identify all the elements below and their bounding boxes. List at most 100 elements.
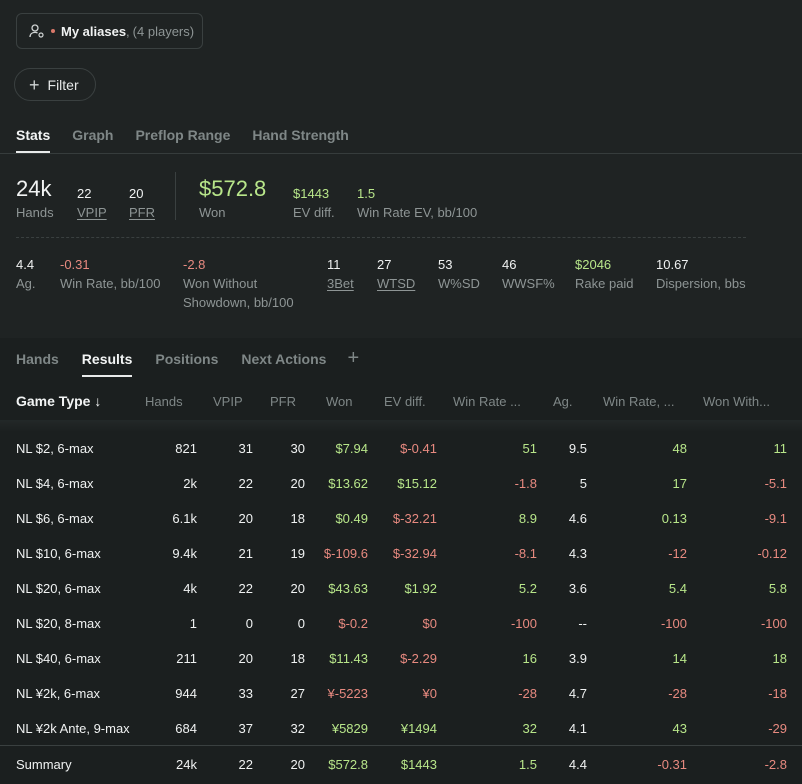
table-row[interactable]: NL $2, 6-max 821 31 30 $7.94 $-0.41 51 9.5 48 11 xyxy=(0,441,802,476)
tab-graph[interactable]: Graph xyxy=(72,127,113,153)
user-settings-icon xyxy=(29,24,44,38)
win-rate-ev-label: Win Rate EV, bb/100 xyxy=(357,205,478,220)
dispersion-label: Dispersion, bbs xyxy=(656,276,746,291)
table-row[interactable]: NL ¥2k, 6-max 944 33 27 ¥-5223 ¥0 -28 4.7 -28 -18 xyxy=(0,686,802,721)
header-ev-diff[interactable]: EV diff. xyxy=(384,394,426,409)
cell-vpip: 20 xyxy=(238,651,253,666)
cell-vpip: 21 xyxy=(238,546,253,561)
cell-pfr: 18 xyxy=(290,651,305,666)
table-row[interactable]: NL $20, 8-max 1 0 0 $-0.2 $0 -100 -- -100 -100 xyxy=(0,616,802,651)
tab-hands[interactable]: Hands xyxy=(16,351,59,377)
pfr-label[interactable]: PFR xyxy=(129,205,155,220)
results-tabs: Hands Results Positions Next Actions + xyxy=(16,348,359,377)
tab-positions[interactable]: Positions xyxy=(155,351,218,377)
header-pfr[interactable]: PFR xyxy=(270,394,296,409)
table-row[interactable]: NL ¥2k Ante, 9-max 684 37 32 ¥5829 ¥1494 32 4.1… xyxy=(0,721,802,756)
won-value: $572.8 xyxy=(199,176,267,201)
header-game-type[interactable]: Game Type ↓ xyxy=(16,393,101,409)
cell-game-type: NL $40, 6-max xyxy=(16,651,101,666)
cell-win-rate: 5.4 xyxy=(668,581,687,596)
table-row[interactable]: NL $40, 6-max 211 20 18 $11.43 $-2.29 16 3.9 14 1… xyxy=(0,651,802,686)
table-row[interactable]: NL $4, 6-max 2k 22 20 $13.62 $15.12 -1.8 5 17 -5.… xyxy=(0,476,802,511)
add-tab-icon[interactable]: + xyxy=(347,348,359,377)
header-ag[interactable]: Ag. xyxy=(553,394,573,409)
table-row[interactable]: NL $20, 6-max 4k 22 20 $43.63 $1.92 5.2 3.6 5.4 5… xyxy=(0,581,802,616)
filter-button[interactable]: + Filter xyxy=(14,68,96,101)
cell-won: $572.8 xyxy=(328,757,368,772)
cell-game-type: NL $4, 6-max xyxy=(16,476,94,491)
cell-won: $11.43 xyxy=(329,651,368,666)
tab-results[interactable]: Results xyxy=(81,351,133,377)
cell-ag: 5 xyxy=(579,476,587,491)
cell-ag: 9.5 xyxy=(568,441,587,456)
cell-hands: 2k xyxy=(183,476,197,491)
won-label: Won xyxy=(199,205,226,220)
cell-ag: 4.3 xyxy=(568,546,587,561)
table-row[interactable]: NL $10, 6-max 9.4k 21 19 $-109.6 $-32.94 -8.1 4… xyxy=(0,546,802,581)
cell-ev-diff: $1443 xyxy=(400,757,437,772)
cell-ev-diff: $-2.29 xyxy=(400,651,437,666)
cell-won: ¥-5223 xyxy=(327,686,368,701)
tab-next-actions[interactable]: Next Actions xyxy=(241,351,326,377)
cell-vpip: 0 xyxy=(245,616,253,631)
cell-vpip: 22 xyxy=(238,581,253,596)
cell-pfr: 27 xyxy=(290,686,305,701)
player-selector-button[interactable]: My aliases, (4 players) xyxy=(16,13,203,49)
rake-label: Rake paid xyxy=(575,276,634,291)
cell-win-rate-ev: -1.8 xyxy=(514,476,537,491)
wwsf-label: WWSF% xyxy=(502,276,555,291)
header-won-without-showdown[interactable]: Won With... xyxy=(703,394,770,409)
cell-hands: 1 xyxy=(189,616,197,631)
cell-hands: 684 xyxy=(175,721,197,736)
cell-game-type: NL $20, 6-max xyxy=(16,581,101,596)
cell-game-type: NL $2, 6-max xyxy=(16,441,94,456)
tab-preflop-range[interactable]: Preflop Range xyxy=(135,127,230,153)
cell-win-rate: -12 xyxy=(668,546,687,561)
cell-game-type: NL $10, 6-max xyxy=(16,546,101,561)
cell-won-without-showdown: -2.8 xyxy=(764,757,787,772)
cell-win-rate: 0.13 xyxy=(661,511,687,526)
cell-won-without-showdown: -9.1 xyxy=(764,511,787,526)
stats-tabs: Stats Graph Preflop Range Hand Strength xyxy=(16,127,371,153)
cell-game-type: Summary xyxy=(16,757,72,772)
cell-game-type: NL $20, 8-max xyxy=(16,616,101,631)
hands-label: Hands xyxy=(16,205,54,220)
cell-pfr: 30 xyxy=(290,441,305,456)
tab-hand-strength[interactable]: Hand Strength xyxy=(252,127,348,153)
ag-value: 4.4 xyxy=(16,257,35,272)
cell-ag: 4.4 xyxy=(568,757,587,772)
vpip-value: 22 xyxy=(77,186,92,201)
header-hands[interactable]: Hands xyxy=(145,394,183,409)
header-won[interactable]: Won xyxy=(326,394,353,409)
cell-ag: 4.6 xyxy=(568,511,587,526)
dashed-divider xyxy=(16,237,746,238)
cell-pfr: 18 xyxy=(290,511,305,526)
cell-win-rate-ev: -28 xyxy=(518,686,537,701)
cell-won-without-showdown: 18 xyxy=(772,651,787,666)
cell-won: $7.94 xyxy=(335,441,368,456)
wwsf-value: 46 xyxy=(502,257,517,272)
wsd-label: W%SD xyxy=(438,276,480,291)
cell-hands: 6.1k xyxy=(172,511,197,526)
cell-won-without-showdown: 5.8 xyxy=(768,581,787,596)
status-dot xyxy=(51,29,55,33)
comma: , xyxy=(126,23,130,39)
wtsd-value: 27 xyxy=(377,257,392,272)
header-shadow xyxy=(0,420,802,432)
header-vpip[interactable]: VPIP xyxy=(213,394,243,409)
cell-hands: 9.4k xyxy=(172,546,197,561)
header-win-rate-ev[interactable]: Win Rate ... xyxy=(453,394,521,409)
win-rate-value: -0.31 xyxy=(60,257,90,272)
threebet-label[interactable]: 3Bet xyxy=(327,276,354,291)
vpip-label[interactable]: VPIP xyxy=(77,205,107,220)
cell-pfr: 20 xyxy=(290,476,305,491)
cell-won: $-0.2 xyxy=(338,616,368,631)
wtsd-label[interactable]: WTSD xyxy=(377,276,415,291)
tab-stats[interactable]: Stats xyxy=(16,127,51,153)
table-row[interactable]: NL $6, 6-max 6.1k 20 18 $0.49 $-32.21 8.9 4.6 0.… xyxy=(0,511,802,546)
cell-win-rate-ev: -8.1 xyxy=(514,546,537,561)
cell-win-rate-ev: 1.5 xyxy=(518,757,537,772)
cell-win-rate: 14 xyxy=(672,651,687,666)
summary-row[interactable]: Summary 24k 22 20 $572.8 $1443 1.5 4.4 -0.31 -2.8 xyxy=(0,757,802,784)
header-win-rate[interactable]: Win Rate, ... xyxy=(603,394,675,409)
